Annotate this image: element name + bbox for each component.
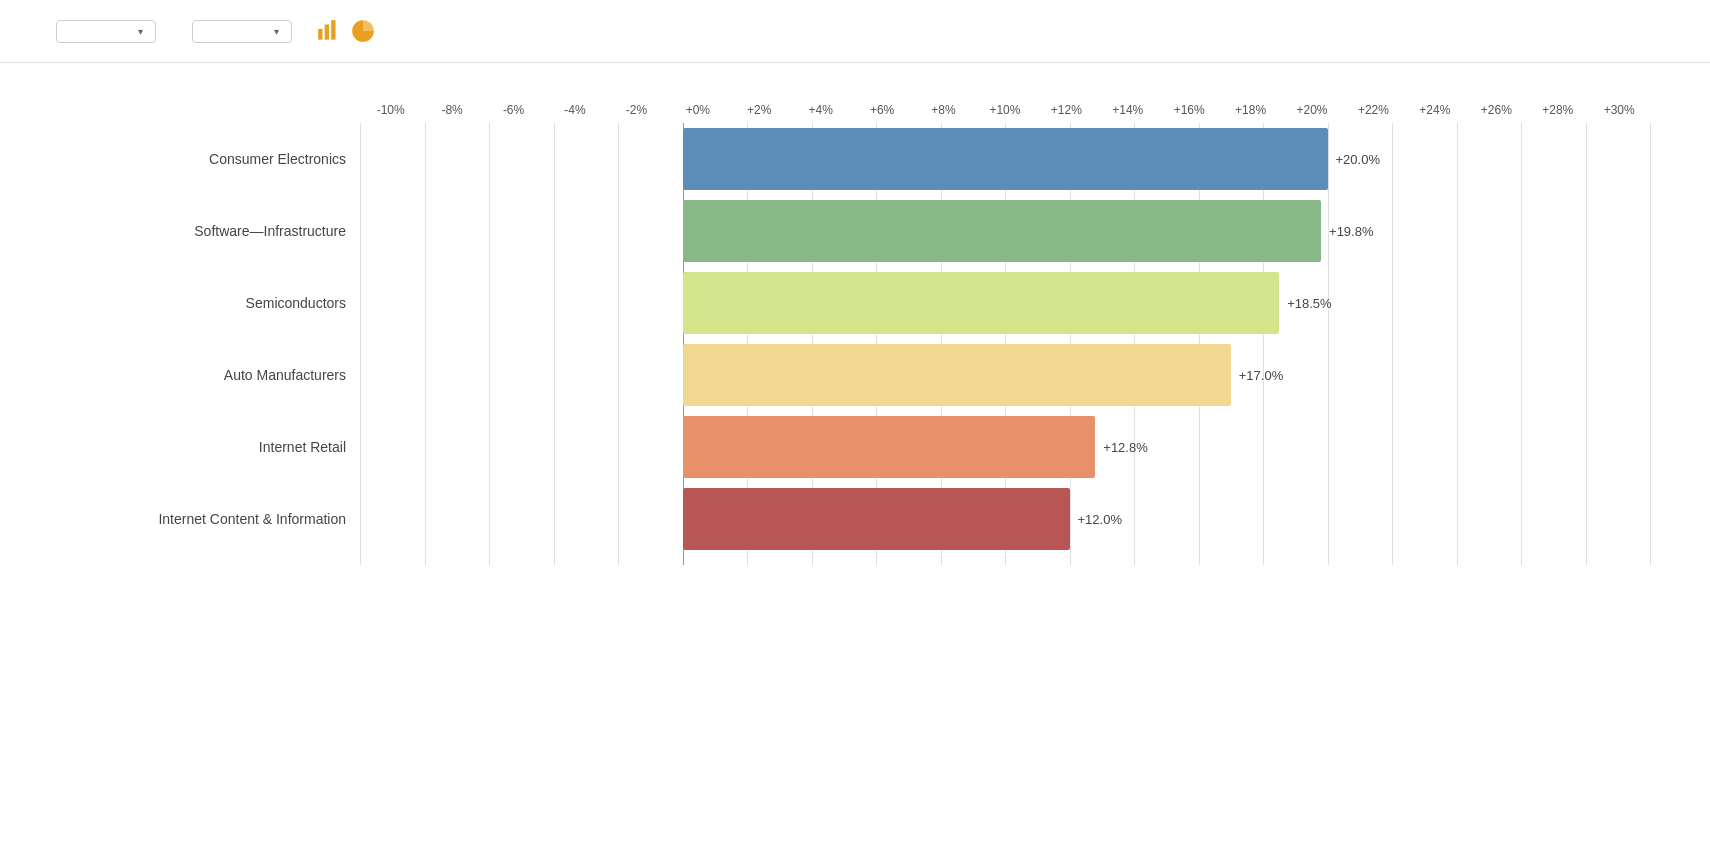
bar-2 [683,272,1280,334]
type-chevron: ▾ [138,26,143,37]
axis-label-20: +30% [1588,103,1649,117]
bar-1 [683,200,1322,262]
axis-label-0: -10% [360,103,421,117]
svg-rect-0 [318,29,322,40]
axis-label-12: +14% [1097,103,1158,117]
type-dropdown[interactable]: ▾ [56,20,156,43]
bar-value-3: +17.0% [1239,368,1283,383]
bar-value-4: +12.8% [1103,440,1147,455]
bar-label-3: Auto Manufacturers [60,367,360,383]
bar-value-1: +19.8% [1329,224,1373,239]
bar-label-5: Internet Content & Information [60,511,360,527]
axis-label-6: +2% [729,103,790,117]
axis-labels: -10%-8%-6%-4%-2%+0%+2%+4%+6%+8%+10%+12%+… [360,103,1650,117]
axis-label-13: +16% [1158,103,1219,117]
axis-label-9: +8% [913,103,974,117]
by-dropdown[interactable]: ▾ [192,20,292,43]
bar-row-0: Consumer Electronics+20.0% [360,123,1650,195]
axis-label-10: +10% [974,103,1035,117]
axis-label-11: +12% [1036,103,1097,117]
axis-label-7: +4% [790,103,851,117]
axis-label-3: -4% [544,103,605,117]
bar-value-0: +20.0% [1336,152,1380,167]
bar-label-2: Semiconductors [60,295,360,311]
bar-5 [683,488,1070,550]
axis-label-1: -8% [421,103,482,117]
svg-rect-1 [325,25,329,40]
bars-container: Consumer Electronics+20.0%Software—Infra… [360,123,1650,555]
pie-chart-icon[interactable] [350,18,376,44]
bar-value-2: +18.5% [1287,296,1331,311]
axis-label-14: +18% [1220,103,1281,117]
bar-label-1: Software—Infrastructure [60,223,360,239]
axis-label-15: +20% [1281,103,1342,117]
bar-row-5: Internet Content & Information+12.0% [360,483,1650,555]
bar-4 [683,416,1096,478]
bar-value-5: +12.0% [1078,512,1122,527]
axis-label-16: +22% [1343,103,1404,117]
bar-3 [683,344,1231,406]
toolbar: ▾ ▾ [0,0,1710,62]
bar-row-4: Internet Retail+12.8% [360,411,1650,483]
svg-rect-2 [331,20,335,39]
grid-line-20 [1650,123,1651,565]
chart-container: -10%-8%-6%-4%-2%+0%+2%+4%+6%+8%+10%+12%+… [0,83,1710,595]
chart-area: Consumer Electronics+20.0%Software—Infra… [360,123,1650,555]
axis-label-17: +24% [1404,103,1465,117]
bar-0 [683,128,1328,190]
axis-label-18: +26% [1466,103,1527,117]
bar-row-1: Software—Infrastructure+19.8% [360,195,1650,267]
bar-chart-icon[interactable] [316,18,342,44]
by-chevron: ▾ [274,26,279,37]
axis-label-19: +28% [1527,103,1588,117]
axis-label-5: +0% [667,103,728,117]
chart-type-icons [316,18,376,44]
bar-row-2: Semiconductors+18.5% [360,267,1650,339]
axis-label-2: -6% [483,103,544,117]
bar-row-3: Auto Manufacturers+17.0% [360,339,1650,411]
axis-label-8: +6% [851,103,912,117]
toolbar-divider [0,62,1710,63]
bar-label-0: Consumer Electronics [60,151,360,167]
axis-label-4: -2% [606,103,667,117]
bar-label-4: Internet Retail [60,439,360,455]
